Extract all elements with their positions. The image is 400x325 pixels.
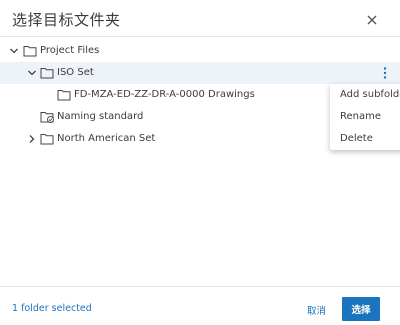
tree-item-project-files[interactable]: Project Files (0, 40, 400, 62)
tree-item-label: Naming standard (57, 111, 144, 122)
header-divider (0, 36, 400, 37)
folder-icon (23, 46, 37, 57)
footer-divider (0, 286, 400, 287)
folder-check-icon (40, 112, 54, 123)
context-menu: Add subfolder Rename Delete (330, 84, 400, 150)
chevron-down-icon[interactable] (8, 45, 20, 57)
selection-status: 1 folder selected (12, 303, 92, 314)
chevron-down-icon[interactable] (26, 67, 38, 79)
folder-icon (57, 90, 71, 101)
menu-item-delete[interactable]: Delete (340, 133, 373, 144)
close-icon[interactable] (364, 12, 380, 28)
chevron-right-icon[interactable] (26, 133, 38, 145)
more-vertical-icon[interactable] (380, 66, 390, 80)
menu-item-add-subfolder[interactable]: Add subfolder (340, 89, 400, 100)
dialog-title: 选择目标文件夹 (12, 11, 121, 29)
cancel-button[interactable]: 取消 (307, 303, 326, 317)
tree-item-label: North American Set (57, 133, 156, 144)
tree-item-iso-set[interactable]: ISO Set (0, 62, 400, 84)
folder-icon (40, 68, 54, 79)
menu-item-rename[interactable]: Rename (340, 111, 381, 122)
folder-icon (40, 134, 54, 145)
tree-item-label: Project Files (40, 45, 100, 56)
select-folder-dialog: 选择目标文件夹 Project Files ISO Set FD-MZA-ED-… (0, 0, 400, 325)
tree-item-label: FD-MZA-ED-ZZ-DR-A-0000 Drawings (74, 89, 255, 100)
tree-item-label: ISO Set (57, 67, 94, 78)
select-button[interactable]: 选择 (342, 297, 380, 321)
